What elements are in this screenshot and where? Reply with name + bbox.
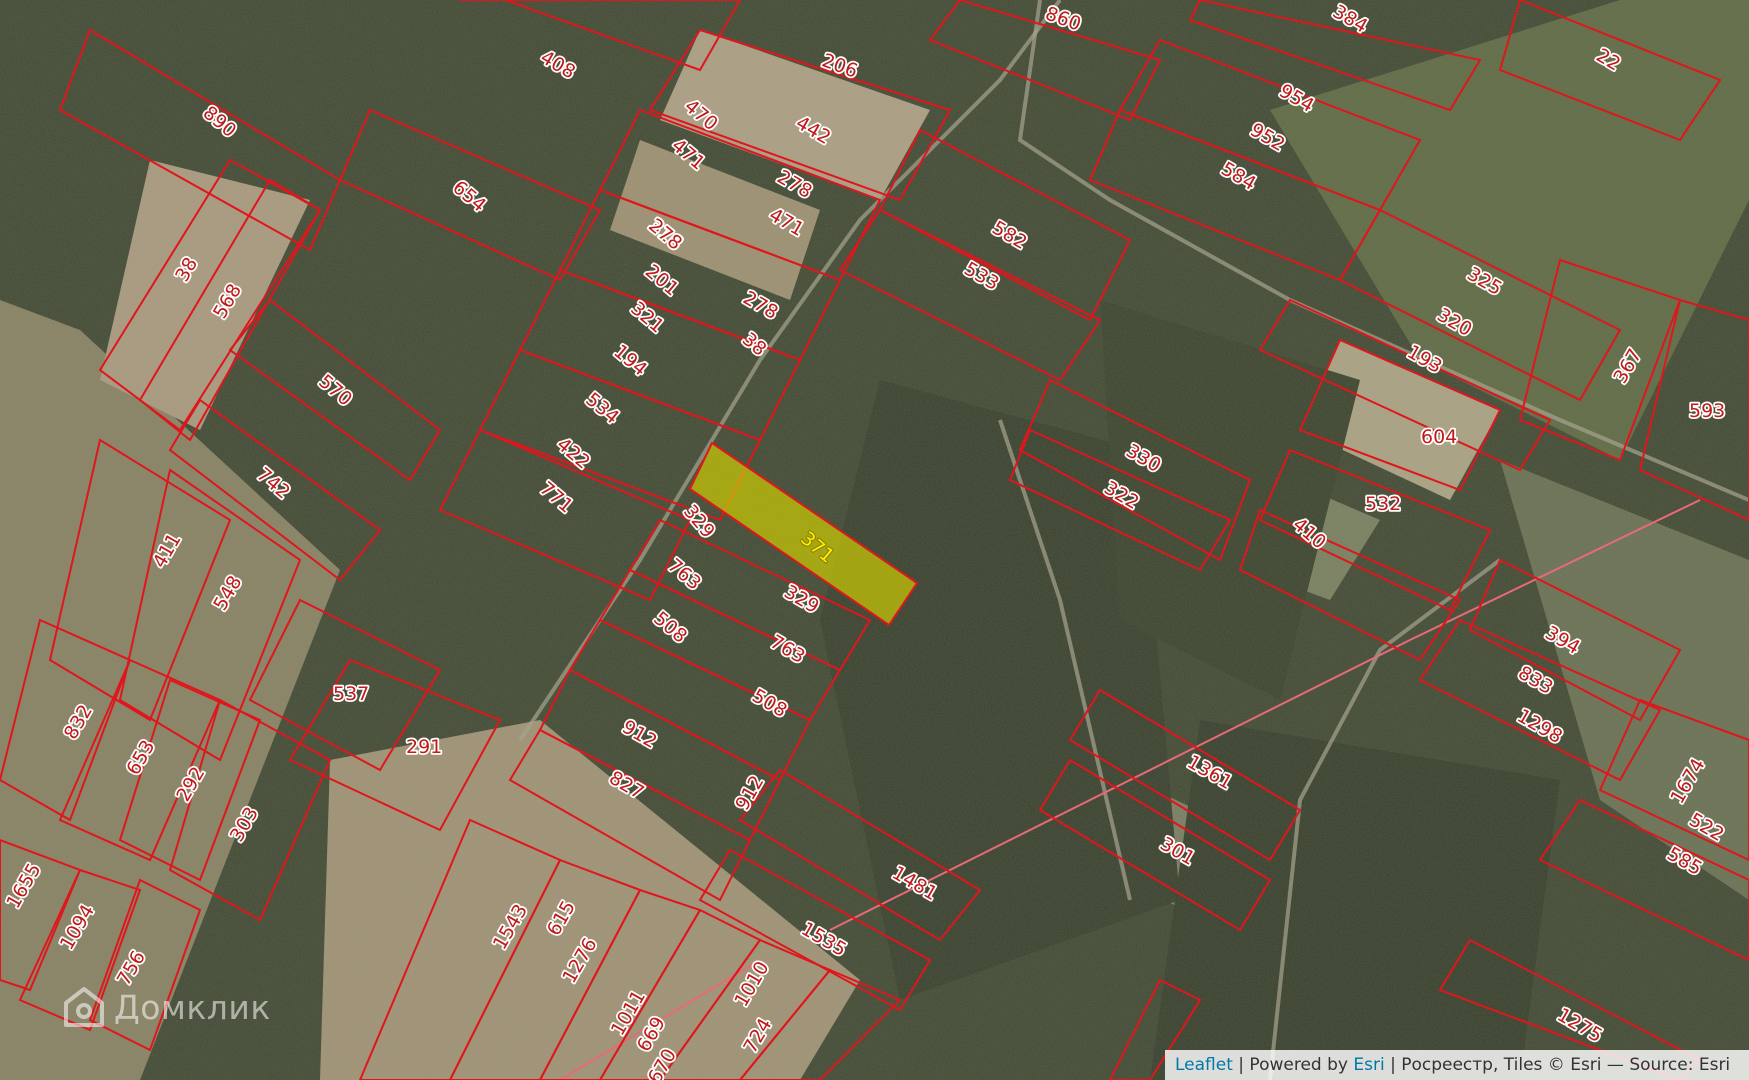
cadastral-map[interactable]: 408 206 860 384 22 890 470 442 954 471 9… bbox=[0, 0, 1749, 1080]
house-logo-icon bbox=[64, 987, 104, 1027]
powered-by-text: | Powered by bbox=[1238, 1055, 1348, 1075]
domclick-watermark: Домклик bbox=[62, 985, 271, 1029]
parcel-label: 537 bbox=[333, 683, 369, 705]
parcel-label: 532 bbox=[1365, 493, 1401, 515]
parcel-label: 593 bbox=[1689, 400, 1725, 422]
esri-link[interactable]: Esri bbox=[1353, 1055, 1384, 1075]
terrain-texture bbox=[0, 0, 1749, 1080]
watermark-text: Домклик bbox=[114, 987, 271, 1027]
leaflet-link[interactable]: Leaflet bbox=[1175, 1055, 1233, 1075]
parcel-label: 604 bbox=[1421, 426, 1457, 448]
parcel-label: 291 bbox=[406, 736, 442, 758]
source-text: | Росреестр, Tiles © Esri — Source: Esri bbox=[1390, 1055, 1731, 1075]
map-attribution: Leaflet | Powered by Esri | Росреестр, T… bbox=[1165, 1050, 1749, 1080]
